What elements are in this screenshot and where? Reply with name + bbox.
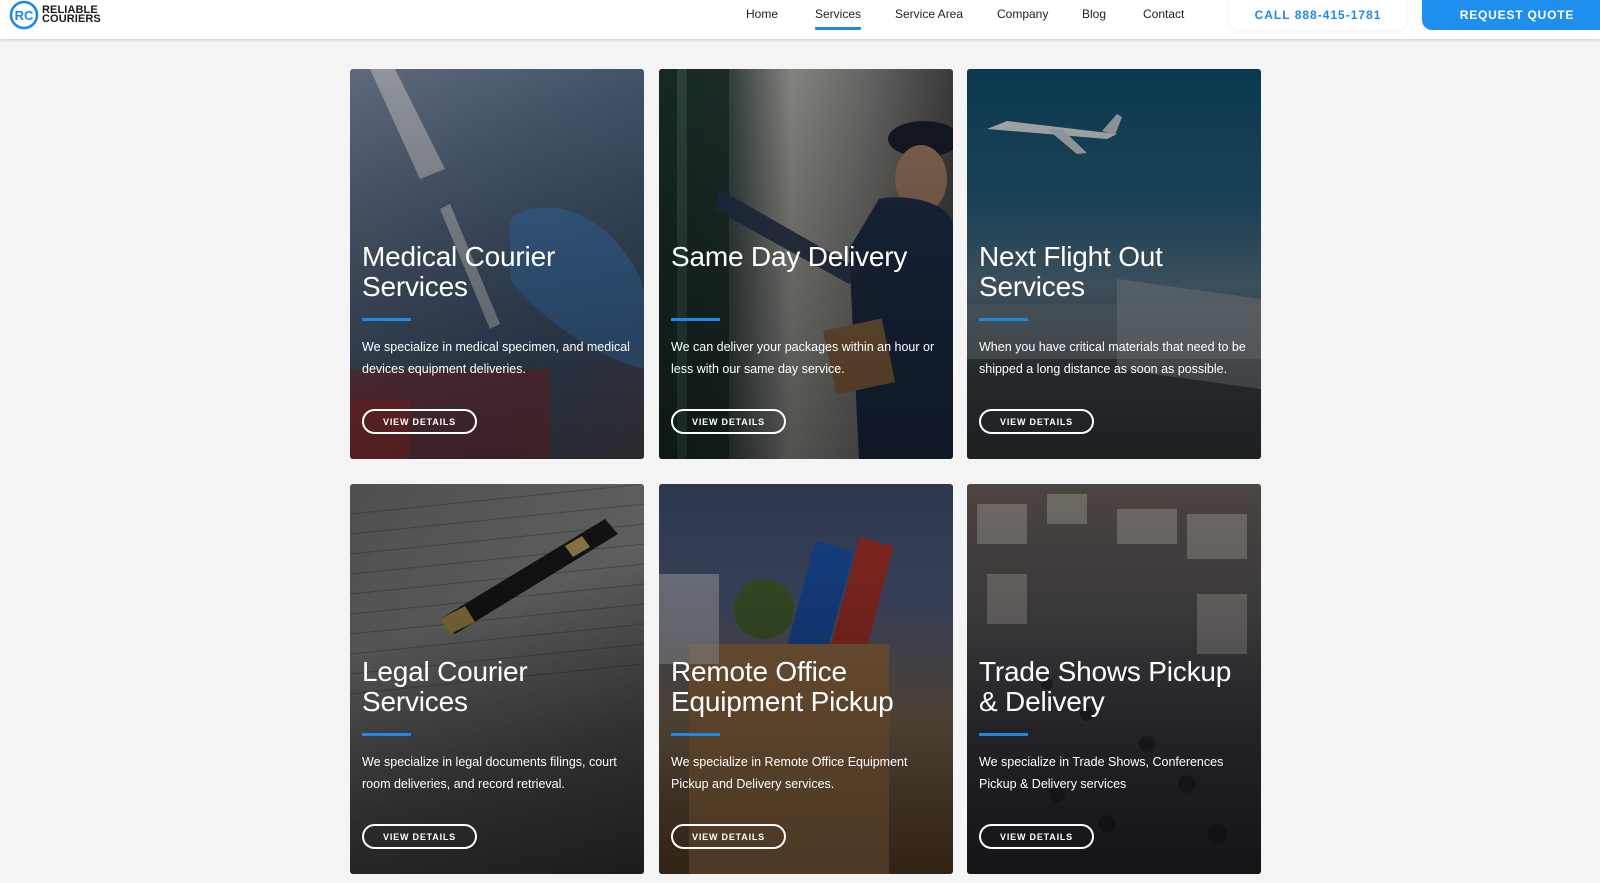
svg-text:RC: RC xyxy=(15,8,34,23)
card-title: Same Day Delivery xyxy=(671,241,908,272)
request-quote-button[interactable]: REQUEST QUOTE xyxy=(1422,0,1600,30)
nav-home[interactable]: Home xyxy=(746,7,778,21)
title-underline xyxy=(362,733,411,736)
card-title: Remote Office Equipment Pickup xyxy=(671,656,894,717)
nav-blog[interactable]: Blog xyxy=(1082,7,1106,21)
view-details-button[interactable]: VIEW DETAILS xyxy=(671,824,786,849)
call-button[interactable]: CALL 888-415-1781 xyxy=(1229,0,1407,30)
nav-service-area[interactable]: Service Area xyxy=(895,7,963,21)
card-description: We specialize in medical specimen, and m… xyxy=(362,340,630,376)
service-card-legal: Legal Courier Services We specialize in … xyxy=(350,484,644,874)
card-description: We can deliver your packages within an h… xyxy=(671,340,935,376)
view-details-button[interactable]: VIEW DETAILS xyxy=(362,824,477,849)
service-card-trade-shows: Trade Shows Pickup & Delivery We special… xyxy=(967,484,1261,874)
nav-services[interactable]: Services xyxy=(815,7,862,30)
title-underline xyxy=(979,733,1028,736)
logo-line-2: COURIERS xyxy=(42,13,101,25)
card-description: We specialize in legal documents filings… xyxy=(362,755,617,791)
logo-text: RELIABLE COURIERS xyxy=(42,5,101,25)
nav-company[interactable]: Company xyxy=(997,7,1048,21)
site-header: RC RELIABLE COURIERS Home Services Servi… xyxy=(0,0,1600,39)
service-card-same-day: Same Day Delivery We can deliver your pa… xyxy=(659,69,953,459)
service-card-remote-office: Remote Office Equipment Pickup We specia… xyxy=(659,484,953,874)
view-details-button[interactable]: VIEW DETAILS xyxy=(979,824,1094,849)
title-underline xyxy=(671,733,720,736)
logo-icon: RC xyxy=(9,0,39,30)
title-underline xyxy=(362,318,411,321)
card-title: Next Flight Out Services xyxy=(979,241,1163,302)
card-title: Medical Courier Services xyxy=(362,241,556,302)
card-description: We specialize in Remote Office Equipment… xyxy=(671,755,908,791)
card-title: Legal Courier Services xyxy=(362,656,528,717)
title-underline xyxy=(671,318,720,321)
nav-contact[interactable]: Contact xyxy=(1143,7,1184,21)
card-description: When you have critical materials that ne… xyxy=(979,340,1246,376)
view-details-button[interactable]: VIEW DETAILS xyxy=(671,409,786,434)
title-underline xyxy=(979,318,1028,321)
view-details-button[interactable]: VIEW DETAILS xyxy=(362,409,477,434)
card-description: We specialize in Trade Shows, Conference… xyxy=(979,755,1224,791)
service-card-next-flight: Next Flight Out Services When you have c… xyxy=(967,69,1261,459)
view-details-button[interactable]: VIEW DETAILS xyxy=(979,409,1094,434)
card-title: Trade Shows Pickup & Delivery xyxy=(979,656,1232,717)
service-card-medical: Medical Courier Services We specialize i… xyxy=(350,69,644,459)
logo[interactable]: RC RELIABLE COURIERS xyxy=(9,0,101,30)
